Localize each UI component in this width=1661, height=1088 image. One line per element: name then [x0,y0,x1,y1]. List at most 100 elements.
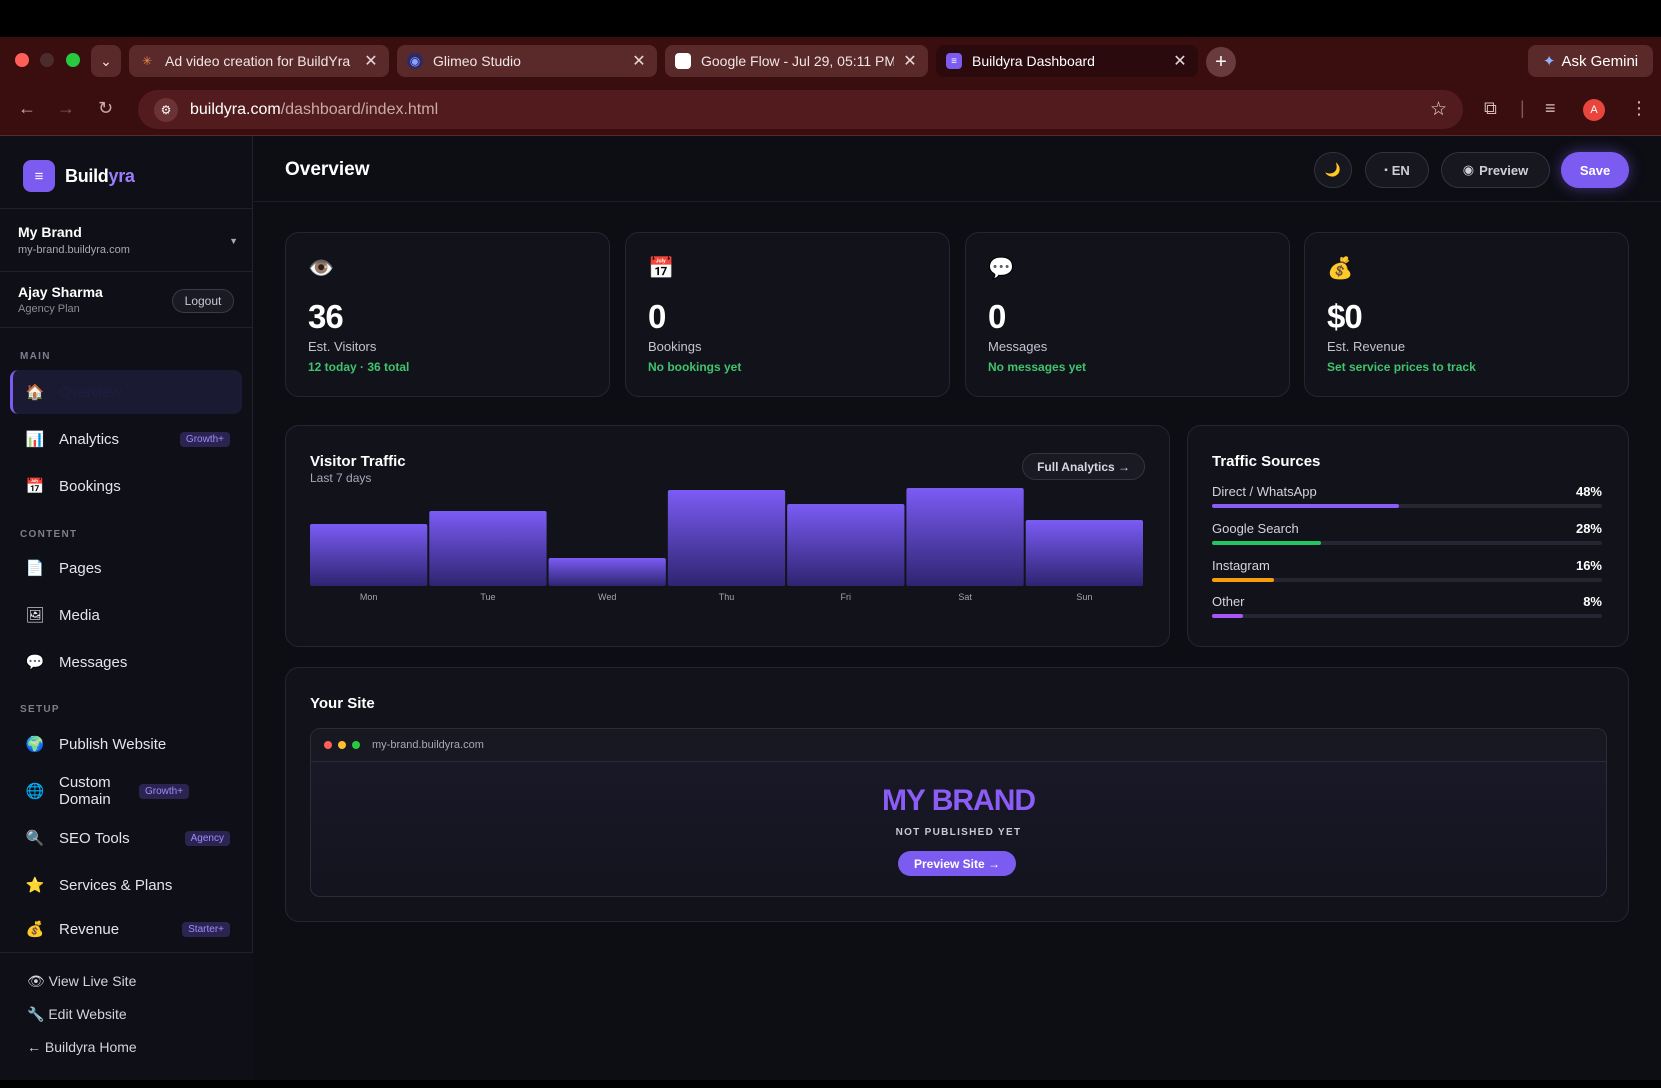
minimize-window-button[interactable] [40,53,54,67]
dashboard-app: ≡ Buildyra My Brand my-brand.buildyra.co… [0,136,1661,1080]
close-tab-icon[interactable]: ✕ [631,51,647,71]
site-info-icon[interactable]: ⚙ [154,97,178,122]
sidebar-item-custom-domain[interactable]: 🌐 Custom Domain Growth+ [10,769,242,813]
tab-search-button[interactable]: ⌄ [91,45,121,77]
brand-name: My Brand [18,224,82,240]
maximize-window-button[interactable] [66,53,80,67]
footer-link-label: Edit Website [48,1006,127,1022]
speech-bubble-icon: 💬 [988,257,1015,280]
sidebar-item-media[interactable]: 🖼 Media [10,593,242,637]
profile-avatar[interactable]: A [1583,99,1605,121]
sidebar-divider [0,271,253,272]
star-icon: ⭐ [25,877,45,894]
stat-subtext: 12 today · 36 total [308,360,410,374]
extensions-icon[interactable]: ⧉ [1484,98,1497,119]
language-button[interactable]: ▪ EN [1365,152,1429,188]
x-tick-label: Mon [360,592,378,602]
stat-value: 0 [988,298,1006,335]
address-bar[interactable]: ⚙ buildyra.com/dashboard/index.html ☆ [138,90,1463,129]
stat-card-revenue: 💰 $0 Est. Revenue Set service prices to … [1304,232,1629,397]
buildyra-logo[interactable]: ≡ Buildyra [23,160,135,192]
site-preview-browser-bar: my-brand.buildyra.com [311,729,1606,762]
logout-button[interactable]: Logout [172,289,234,313]
caret-down-icon: ▼ [229,236,238,246]
buildyra-icon: ≡ [946,53,962,69]
reload-icon[interactable]: ↻ [98,98,113,119]
stat-label: Est. Visitors [308,339,377,354]
browser-tab-1[interactable]: ✳ Ad video creation for BuildYra ✕ [129,45,389,77]
screen-top-strip [0,0,1661,37]
edit-website-link[interactable]: 🔧 Edit Website [27,1006,127,1023]
view-live-site-link[interactable]: 👁 View Live Site [27,973,136,990]
sidebar-divider [0,327,253,328]
full-analytics-button[interactable]: Full Analytics → [1022,453,1145,480]
traffic-bar-wed [548,558,666,586]
sidebar-item-publish-website[interactable]: 🌍 Publish Website [10,722,242,766]
source-name: Other [1212,594,1245,609]
sidebar-item-bookings[interactable]: 📅 Bookings [10,464,242,508]
bookmark-star-icon[interactable]: ☆ [1430,98,1447,121]
moon-icon: 🌙 [1324,162,1342,177]
ask-gemini-button[interactable]: ✦ Ask Gemini [1528,45,1653,77]
close-tab-icon[interactable]: ✕ [363,51,379,71]
stat-subtext: No bookings yet [648,360,742,374]
money-bag-icon: 💰 [1327,257,1354,280]
sidebar-item-services-plans[interactable]: ⭐ Services & Plans [10,863,242,907]
sidebar-item-pages[interactable]: 📄 Pages [10,546,242,590]
stat-label: Est. Revenue [1327,339,1406,354]
traffic-bar-fri [787,504,905,586]
traffic-bar-thu [667,490,786,586]
source-name: Google Search [1212,521,1299,536]
close-window-button[interactable] [15,53,29,67]
browser-menu-icon[interactable]: ⋮ [1630,98,1648,119]
user-plan: Agency Plan [18,303,80,315]
save-button[interactable]: Save [1561,152,1629,188]
stat-card-visitors: 👁️ 36 Est. Visitors 12 today · 36 total [285,232,610,397]
source-percent: 48% [1575,484,1602,499]
close-tab-icon[interactable]: ✕ [1172,51,1188,71]
traffic-source-row: Instagram 16% [1212,558,1602,582]
traffic-sources-card: Traffic Sources Direct / WhatsApp 48% Go… [1187,425,1629,647]
footer-link-label: View Live Site [48,973,137,989]
toolbar-divider: | [1520,98,1525,118]
speech-bubble-icon: 💬 [25,654,45,671]
x-tick-label: Sun [1076,592,1092,602]
preview-site-button[interactable]: Preview Site → [898,851,1016,876]
calendar-icon: 📅 [25,478,45,495]
plan-badge: Growth+ [179,431,230,447]
close-tab-icon[interactable]: ✕ [902,51,918,71]
page-icon [675,53,691,69]
browser-tab-2[interactable]: ◉ Glimeo Studio ✕ [397,45,657,77]
sidebar-item-messages[interactable]: 💬 Messages [10,640,242,684]
source-bar-fill [1212,614,1244,618]
traffic-bar-sat [906,488,1024,586]
forward-arrow-icon[interactable]: → [57,98,75,119]
sidebar-item-analytics[interactable]: 📊 Analytics Growth+ [10,417,242,461]
browser-tab-3[interactable]: Google Flow - Jul 29, 05:11 PM ✕ [665,45,928,77]
bar-chart-icon: 📊 [25,431,45,448]
home-icon: 🏠 [25,384,45,401]
site-brand-heading: MY BRAND [881,784,1036,817]
media-queue-icon[interactable]: ≡ [1545,98,1556,119]
user-info: Ajay Sharma Agency Plan [18,284,103,315]
source-name: Direct / WhatsApp [1212,484,1317,499]
browser-tab-4-active[interactable]: ≡ Buildyra Dashboard ✕ [936,45,1198,77]
publish-status: NOT PUBLISHED YET [895,827,1022,838]
preview-button[interactable]: ◉ Preview [1441,152,1550,188]
source-name: Instagram [1212,558,1270,573]
theme-toggle-button[interactable]: 🌙 [1314,152,1352,188]
stat-label: Messages [988,339,1048,354]
sidebar-item-seo-tools[interactable]: 🔍 SEO Tools Agency [10,816,242,860]
sidebar-item-overview[interactable]: 🏠 Overview [10,370,242,414]
back-arrow-icon[interactable]: ← [18,98,36,119]
stat-card-messages: 💬 0 Messages No messages yet [965,232,1290,397]
tab-title: Google Flow - Jul 29, 05:11 PM [701,53,894,69]
visitor-traffic-chart: Mon Tue Wed Thu Fri Sat Sun [310,488,1143,602]
card-title: Visitor Traffic [310,453,406,470]
buildyra-home-link[interactable]: ← Buildyra Home [27,1039,137,1055]
sidebar-item-revenue[interactable]: 💰 Revenue Starter+ [10,910,242,951]
yellow-dot [338,741,346,749]
source-bar-track [1212,614,1602,618]
brand-switcher[interactable]: My Brand my-brand.buildyra.com ▼ [18,224,238,256]
new-tab-button[interactable]: + [1206,47,1236,77]
